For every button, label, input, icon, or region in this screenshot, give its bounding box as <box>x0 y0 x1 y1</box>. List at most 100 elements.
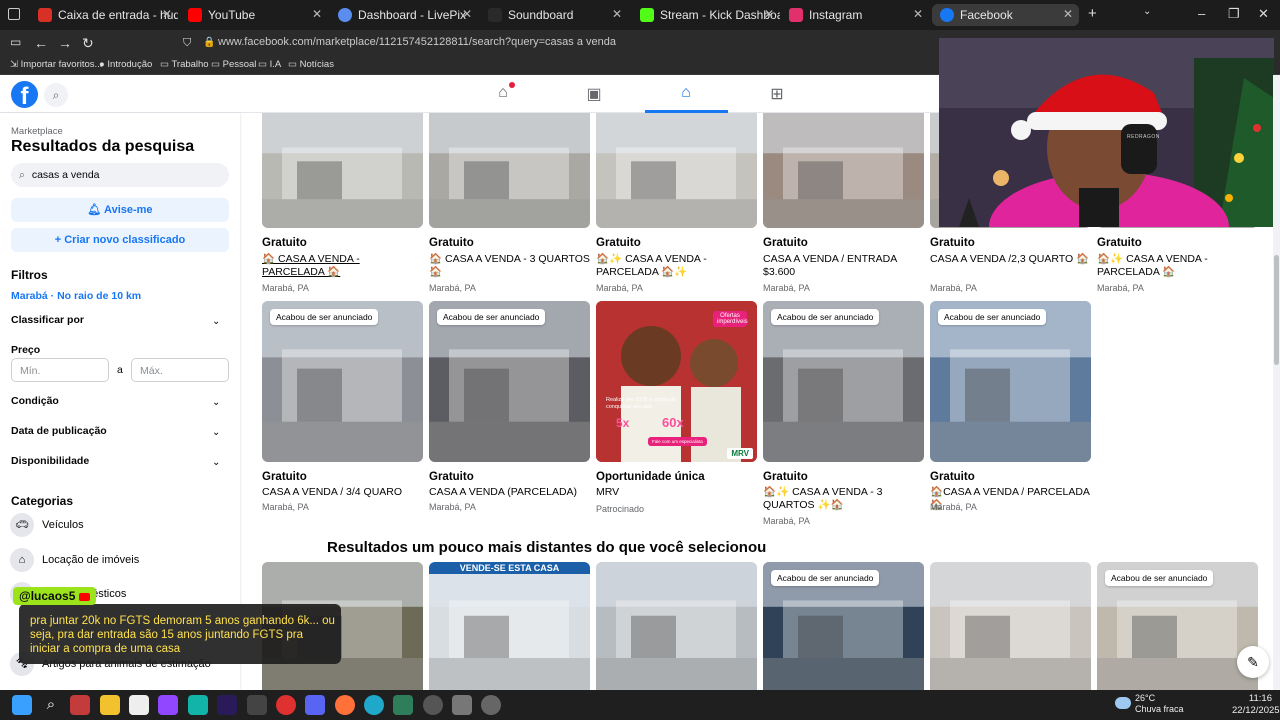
tab-kick[interactable]: Stream - Kick Dashboard✕ <box>632 4 780 26</box>
close-icon[interactable]: ✕ <box>764 7 774 21</box>
notify-button[interactable]: 🔔︎ Avise-me <box>11 198 229 222</box>
close-icon[interactable]: ✕ <box>162 7 172 21</box>
close-icon[interactable]: ✕ <box>612 7 622 21</box>
marketplace-icon[interactable]: ⌂ <box>674 84 698 104</box>
chevron-down-icon[interactable]: ⌄ <box>212 397 220 408</box>
tab-instagram[interactable]: Instagram ✕ <box>781 4 929 26</box>
listing-title[interactable]: 🏠✨ CASA A VENDA - PARCELADA 🏠✨ <box>596 253 759 279</box>
obs-icon[interactable] <box>276 695 296 715</box>
listing-photo[interactable]: Ofertas imperdíveis Realize em 2026 o son… <box>596 301 757 462</box>
listing-price[interactable]: Gratuito <box>930 237 975 249</box>
close-icon[interactable]: ✕ <box>462 7 472 21</box>
gaming-icon[interactable]: ⊞ <box>765 84 789 104</box>
listing-title[interactable]: 🏠 CASA A VENDA - 3 QUARTOS 🏠 <box>429 253 592 279</box>
chevron-down-icon[interactable]: ⌄ <box>212 427 220 438</box>
tab-livepix[interactable]: Dashboard - LivePix ✕ <box>330 4 478 26</box>
listing-price[interactable]: Gratuito <box>763 471 808 483</box>
close-window-icon[interactable]: ✕ <box>1258 6 1269 22</box>
listing-photo[interactable] <box>763 113 924 228</box>
settings-icon[interactable] <box>481 695 501 715</box>
scrollbar-thumb[interactable] <box>1274 255 1279 365</box>
chevron-down-icon[interactable]: ⌄ <box>212 316 220 327</box>
bookmark-ia[interactable]: ▭ I.A <box>258 59 281 70</box>
search-icon[interactable]: ⌕ <box>41 695 61 715</box>
location-filter[interactable]: Marabá · No raio de 10 km <box>11 290 141 302</box>
new-tab-icon[interactable]: + <box>1088 5 1097 22</box>
bookmark-pessoal[interactable]: ▭ Pessoal <box>211 59 256 70</box>
price-max-input[interactable]: Máx. <box>131 358 229 382</box>
close-icon[interactable]: ✕ <box>1063 7 1073 21</box>
weather-widget[interactable]: 26°C Chuva fraca <box>1135 693 1184 715</box>
category-vehicles[interactable]: 🚗︎ Veículos <box>10 513 84 537</box>
clock[interactable]: 11:16 22/12/2025 <box>1232 693 1280 717</box>
search-input[interactable]: ⌕ casas a venda <box>11 163 229 187</box>
listing-price[interactable]: Oportunidade única <box>596 471 705 483</box>
tab-youtube[interactable]: YouTube ✕ <box>180 4 328 26</box>
listing-photo[interactable]: Acabou de ser anunciado <box>429 301 590 462</box>
sidebar-toggle-icon[interactable]: ▭ <box>10 35 21 49</box>
listing-price[interactable]: Gratuito <box>930 471 975 483</box>
windows-start-icon[interactable] <box>12 695 32 715</box>
listing-photo[interactable]: Acabou de ser anunciado <box>930 301 1091 462</box>
listing-price[interactable]: Gratuito <box>262 471 307 483</box>
listing-price[interactable]: Gratuito <box>429 237 474 249</box>
listing-title[interactable]: CASA A VENDA /2,3 QUARTO 🏠 <box>930 253 1093 266</box>
listing-photo[interactable]: VENDE-SE ESTA CASA <box>429 562 590 690</box>
app-icon[interactable] <box>188 695 208 715</box>
tab-facebook[interactable]: Facebook ✕ <box>932 4 1079 26</box>
tab-gmail[interactable]: Caixa de entrada - hudsonfabio✕ <box>30 4 178 26</box>
listing-photo[interactable]: Acabou de ser anunciado <box>262 301 423 462</box>
listing-photo[interactable]: Acabou de ser anunciado <box>1097 562 1258 690</box>
url-field[interactable]: www.facebook.com/marketplace/11215745212… <box>218 36 616 48</box>
bookmark-import[interactable]: ⇲ Importar favoritos... <box>10 59 102 70</box>
category-rentals[interactable]: ⌂ Locação de imóveis <box>10 548 139 572</box>
listing-price[interactable]: Gratuito <box>596 237 641 249</box>
refresh-icon[interactable]: ↻ <box>82 35 94 52</box>
listing-photo[interactable] <box>262 113 423 228</box>
facebook-logo-icon[interactable]: f <box>11 81 38 110</box>
create-listing-button[interactable]: + Criar novo classificado <box>11 228 229 252</box>
app-icon[interactable] <box>158 695 178 715</box>
edge-icon[interactable] <box>364 695 384 715</box>
bookmark-introducao[interactable]: ● Introdução <box>99 59 152 70</box>
date-dropdown[interactable]: Data de publicação <box>11 425 107 437</box>
listing-photo[interactable] <box>429 113 590 228</box>
file-explorer-icon[interactable] <box>100 695 120 715</box>
video-icon[interactable]: ▣ <box>582 84 606 104</box>
firefox-icon[interactable] <box>335 695 355 715</box>
listing-title[interactable]: 🏠 CASA A VENDA - PARCELADA 🏠 <box>262 253 425 279</box>
listing-photo[interactable] <box>930 562 1091 690</box>
condition-dropdown[interactable]: Condição <box>11 395 59 407</box>
close-icon[interactable]: ✕ <box>913 7 923 21</box>
home-icon[interactable]: ⌂ <box>491 82 515 104</box>
back-icon[interactable]: ← <box>34 35 48 51</box>
listing-title[interactable]: CASA A VENDA (PARCELADA) <box>429 486 592 499</box>
listing-title[interactable]: MRV <box>596 486 759 499</box>
listing-photo[interactable] <box>596 562 757 690</box>
app-icon[interactable] <box>393 695 413 715</box>
listing-photo[interactable] <box>596 113 757 228</box>
listing-title[interactable]: 🏠✨ CASA A VENDA - PARCELADA 🏠 <box>1097 253 1260 279</box>
listing-price[interactable]: Gratuito <box>429 471 474 483</box>
minimize-icon[interactable]: – <box>1198 6 1205 21</box>
listing-photo[interactable]: Acabou de ser anunciado <box>763 301 924 462</box>
listing-price[interactable]: Gratuito <box>763 237 808 249</box>
app-icon[interactable] <box>452 695 472 715</box>
bookmark-trabalho[interactable]: ▭ Trabalho <box>160 59 209 70</box>
app-icon[interactable] <box>423 695 443 715</box>
chevron-down-icon[interactable]: ⌄ <box>212 457 220 468</box>
listing-title[interactable]: CASA A VENDA / 3/4 QUARO <box>262 486 425 499</box>
forward-icon[interactable]: → <box>58 35 72 51</box>
bookmark-noticias[interactable]: ▭ Notícias <box>288 59 334 70</box>
tab-actions-icon[interactable] <box>8 8 20 20</box>
search-icon[interactable]: ⌕ <box>44 83 68 107</box>
sort-dropdown[interactable]: Classificar por <box>11 314 84 326</box>
discord-icon[interactable] <box>305 695 325 715</box>
tab-list-icon[interactable]: ⌄ <box>1143 6 1151 17</box>
listing-price[interactable]: Gratuito <box>262 237 307 249</box>
listing-title[interactable]: CASA A VENDA / ENTRADA $3.600 <box>763 253 926 279</box>
availability-dropdown[interactable]: Disponibilidade <box>11 455 89 467</box>
breadcrumb[interactable]: Marketplace <box>11 126 63 137</box>
listing-title[interactable]: 🏠✨ CASA A VENDA - 3 QUARTOS ✨🏠 <box>763 486 926 512</box>
close-icon[interactable]: ✕ <box>312 7 322 21</box>
